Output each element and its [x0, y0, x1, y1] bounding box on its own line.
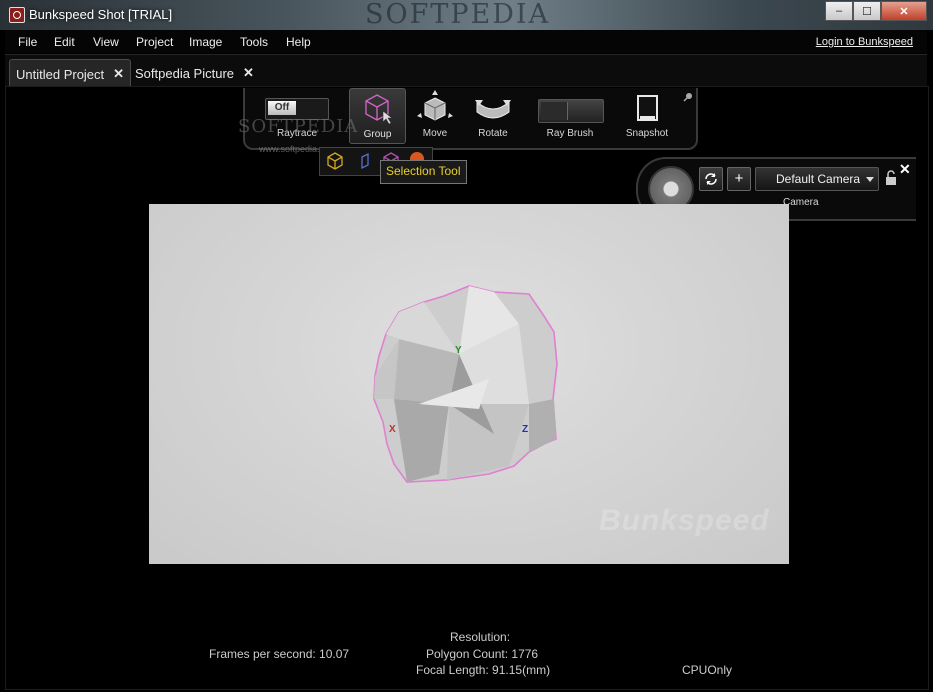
bunkspeed-watermark: Bunkspeed: [599, 504, 770, 537]
tab-close-icon[interactable]: ✕: [113, 66, 124, 82]
menu-tools[interactable]: Tools: [240, 35, 268, 49]
menu-help[interactable]: Help: [286, 35, 311, 49]
focal-length: Focal Length: 91.15(mm): [416, 663, 551, 677]
camera-sync-button[interactable]: [699, 167, 723, 191]
add-camera-button[interactable]: +: [727, 167, 751, 191]
maximize-button[interactable]: ☐: [853, 1, 881, 21]
resolution-label: Resolution:: [450, 630, 511, 644]
snapshot-button[interactable]: Snapshot: [617, 88, 677, 146]
move-label: Move: [422, 128, 448, 139]
pin-icon[interactable]: [683, 92, 693, 102]
snapshot-label: Snapshot: [625, 128, 669, 139]
ray-brush-label: Ray Brush: [546, 128, 594, 139]
window-controls: – ☐ ✕: [825, 1, 927, 21]
menu-project[interactable]: Project: [136, 35, 173, 49]
tab-softpedia-picture[interactable]: Softpedia Picture ✕: [135, 59, 254, 87]
tab-label: Untitled Project: [16, 66, 105, 82]
toggle-knob: Off: [268, 101, 296, 115]
move-cube-icon: [417, 90, 453, 121]
tab-label: Softpedia Picture: [135, 65, 235, 81]
menu-edit[interactable]: Edit: [54, 35, 75, 49]
polygon-count: Polygon Count: 1776: [426, 647, 539, 661]
softpedia-watermark: SOFTPEDIA: [365, 0, 551, 30]
tab-untitled-project[interactable]: Untitled Project ✕: [9, 59, 132, 88]
minimize-button[interactable]: –: [825, 1, 853, 21]
rotate-icon: [475, 100, 511, 119]
fps-readout: Frames per second: 10.07: [209, 647, 350, 661]
selection-tool-tooltip: Selection Tool: [380, 160, 467, 184]
close-button[interactable]: ✕: [881, 1, 927, 21]
menu-file[interactable]: File: [18, 35, 37, 49]
login-link[interactable]: Login to Bunkspeed: [816, 36, 913, 48]
softpedia-watermark: SOFTPEDIA: [238, 116, 359, 137]
render-viewport[interactable]: Y X Z Bunkspeed: [149, 204, 789, 564]
axis-z-label: Z: [522, 424, 529, 435]
snapshot-icon: [637, 95, 658, 121]
rotate-button[interactable]: Rotate: [463, 88, 523, 146]
sync-icon: [705, 173, 717, 185]
camera-select-value: Default Camera: [776, 172, 861, 186]
lock-icon[interactable]: [885, 170, 897, 186]
rotate-label: Rotate: [478, 128, 508, 139]
title-bar: Bunkspeed Shot [TRIAL] SOFTPEDIA – ☐ ✕: [0, 0, 933, 30]
window-title: Bunkspeed Shot [TRIAL]: [29, 7, 173, 22]
camera-panel-close-icon[interactable]: ✕: [899, 161, 911, 178]
camera-select[interactable]: Default Camera: [755, 167, 879, 191]
ray-brush-tool[interactable]: Ray Brush: [528, 88, 612, 146]
chevron-down-icon: [866, 177, 874, 182]
axis-x-label: X: [389, 424, 396, 435]
select-face-icon[interactable]: [356, 151, 374, 171]
select-object-icon[interactable]: [324, 150, 346, 172]
tab-bar: Untitled Project ✕ Softpedia Picture ✕: [5, 54, 927, 88]
menu-image[interactable]: Image: [189, 35, 222, 49]
axis-y-label: Y: [455, 345, 462, 356]
app-icon: [9, 7, 25, 23]
cpu-mode: CPUOnly: [682, 663, 733, 677]
menu-bar: File Edit View Project Image Tools Help …: [5, 30, 927, 53]
menu-view[interactable]: View: [93, 35, 119, 49]
move-button[interactable]: Move: [405, 88, 465, 146]
tab-close-icon[interactable]: ✕: [243, 65, 254, 81]
